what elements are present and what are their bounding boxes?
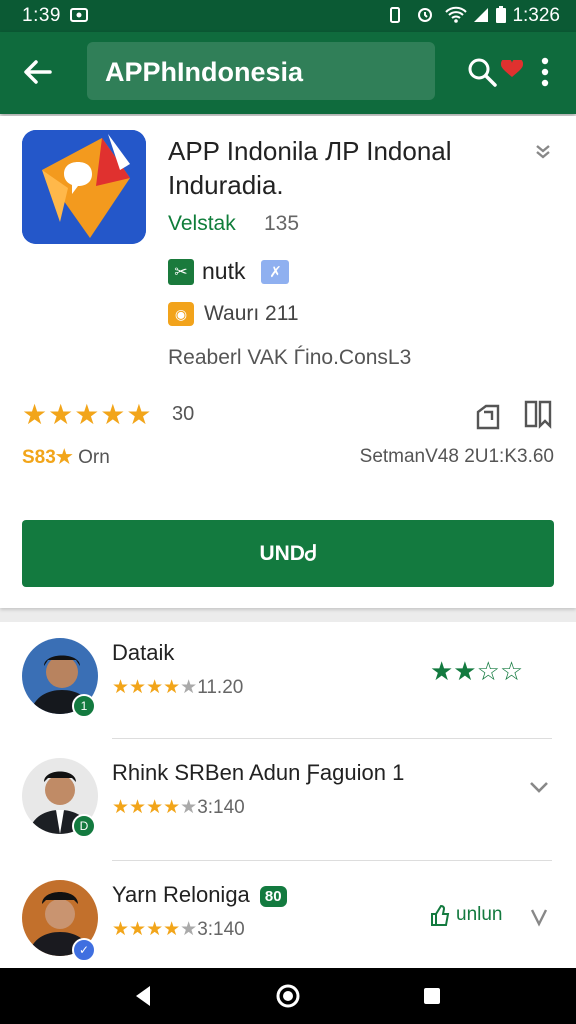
system-nav-bar <box>0 968 576 1024</box>
home-circle-icon[interactable] <box>274 982 302 1010</box>
review-item[interactable]: 1 Dataik ★★★★★11.20 ★★☆☆ <box>0 622 576 740</box>
app-detail-card: APP Indonila ЛP Indonal Induradia. Velst… <box>0 116 576 608</box>
reviewer-name: Dataik <box>112 640 175 665</box>
warning-row: ◉ Waurı 211 <box>168 302 299 326</box>
reviewer-tag: 80 <box>259 885 287 907</box>
small-stat-suffix: Orn <box>78 447 110 468</box>
tools-icon: ✂ <box>168 258 194 285</box>
review-rating: 3:140 <box>197 797 245 818</box>
more-options-icon[interactable] <box>530 54 560 90</box>
editor-choice-icon: ✗ <box>261 259 290 284</box>
top-app-bar: APPhIndonesia <box>0 32 576 114</box>
camera-icon: ◉ <box>168 302 194 326</box>
update-stat: SetmanV48 2U1:K3.60 <box>359 446 554 467</box>
install-button[interactable]: UNDᏧ <box>22 520 554 587</box>
badge-label: nutk <box>202 258 246 284</box>
divider <box>112 860 552 861</box>
app-logo-icon <box>22 130 146 244</box>
warning-text: Waurı 211 <box>204 302 299 325</box>
share-icon[interactable] <box>474 398 504 430</box>
wifi-icon <box>445 6 467 23</box>
alarm-icon <box>418 8 432 22</box>
user-badge: D <box>72 814 96 838</box>
meta-line: Reaberl VAK Ѓino.ConsL3 <box>168 346 412 369</box>
review-rating: 3:140 <box>197 919 245 940</box>
reviewer-name-text: Yarn Reloniga <box>112 882 250 907</box>
status-bar: 1:39 1:326 <box>0 0 576 32</box>
review-stars: ★★★★★3:140 <box>112 797 245 818</box>
review-stars: ★★★★★3:140 <box>112 919 245 940</box>
search-icon[interactable] <box>464 54 500 90</box>
notification-icon <box>70 8 88 22</box>
signal-icon <box>474 8 488 22</box>
thumb-up-icon <box>431 904 450 926</box>
search-box[interactable]: APPhIndonesia <box>87 42 435 100</box>
chevron-right-icon[interactable] <box>528 906 550 928</box>
small-stat: S83★ Orn <box>22 446 110 469</box>
review-item[interactable]: ✓ Yarn Reloniga 80 ★★★★★3:140 unlun <box>0 864 576 982</box>
review-stars: ★★★★★11.20 <box>112 677 244 698</box>
back-arrow-icon[interactable] <box>18 52 58 92</box>
reviews-list: 1 Dataik ★★★★★11.20 ★★☆☆ D Rhink SRBen A… <box>0 622 576 968</box>
recents-square-icon[interactable] <box>418 982 446 1010</box>
status-time: 1:39 <box>22 5 61 26</box>
app-icon[interactable] <box>22 130 146 244</box>
small-stat-prefix: S83★ <box>22 447 73 468</box>
status-clock: 1:326 <box>512 5 560 26</box>
divider <box>112 738 552 739</box>
reviewer-name: Yarn Reloniga 80 <box>112 882 287 908</box>
review-item[interactable]: D Rhink SRBen Adun Ƒaguion 1 ★★★★★3:140 <box>0 742 576 860</box>
search-query[interactable]: APPhIndonesia <box>105 57 303 88</box>
back-triangle-icon[interactable] <box>130 982 158 1010</box>
review-rating: 11.20 <box>197 677 244 698</box>
app-title: APP Indonila ЛP Indonal Induradia. <box>168 136 452 200</box>
user-badge: 1 <box>72 694 96 718</box>
rating-stars: ★★★★★ <box>22 399 153 430</box>
heart-badge-icon <box>501 60 523 77</box>
developer-name[interactable]: Velstak <box>168 212 236 236</box>
developer-count: 135 <box>264 212 300 235</box>
chevron-down-icon[interactable] <box>528 776 550 798</box>
rating-count: 30 <box>172 403 195 425</box>
rate-stars[interactable]: ★★☆☆ <box>430 656 523 687</box>
battery-icon <box>496 6 506 23</box>
content-badge-row: ✂ nutk ✗ <box>168 258 290 285</box>
wishlist-icon[interactable] <box>522 398 554 430</box>
reviewer-name: Rhink SRBen Adun Ƒaguion 1 <box>112 760 405 785</box>
user-badge: ✓ <box>72 938 96 962</box>
helpful-label: unlun <box>456 904 503 925</box>
helpful-action[interactable]: unlun <box>430 904 503 926</box>
vibrate-icon <box>390 7 400 23</box>
chevron-down-icon[interactable] <box>532 140 554 162</box>
